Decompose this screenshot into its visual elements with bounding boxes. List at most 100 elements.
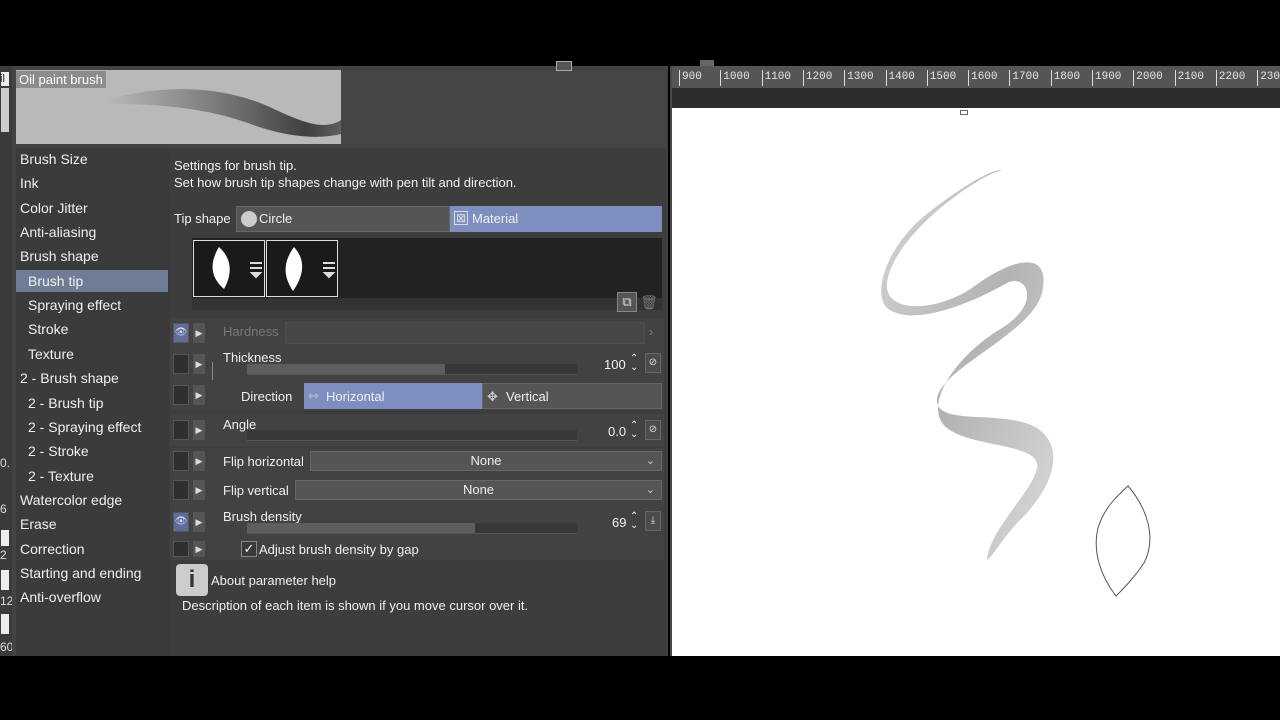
download-icon[interactable]: ⤓ xyxy=(645,511,661,531)
category-item[interactable]: Erase xyxy=(16,513,168,535)
adjust-density-checkbox[interactable]: ✓ xyxy=(241,541,257,557)
angle-value[interactable]: 0.0 xyxy=(608,424,626,439)
category-item[interactable]: Brush Size xyxy=(16,148,168,170)
hardness-label: Hardness xyxy=(223,324,279,339)
ruler-tick-label: 2100 xyxy=(1177,71,1204,83)
preview-background xyxy=(341,70,664,144)
expand-arrow-icon[interactable]: ▶ xyxy=(193,512,205,532)
strip-fragment: 0. xyxy=(0,456,11,470)
flip-vertical-dropdown[interactable]: None ⌄ xyxy=(295,480,662,500)
eye-icon[interactable]: 👁 xyxy=(173,323,189,343)
category-label: 2 - Brush tip xyxy=(28,394,104,411)
hardness-row: 👁 ▶ Hardness › xyxy=(170,318,664,348)
ruler-tick-label: 1800 xyxy=(1053,71,1081,83)
category-label: Correction xyxy=(20,540,85,557)
direction-vertical-button[interactable]: ✥ Vertical xyxy=(482,383,662,409)
ruler-tick-mark xyxy=(802,70,804,86)
tip-list-scrollbar[interactable] xyxy=(192,298,662,310)
category-label: 2 - Texture xyxy=(28,467,94,484)
expand-arrow-icon[interactable]: ▶ xyxy=(193,354,205,374)
category-item[interactable]: Ink xyxy=(16,172,168,194)
ruler-tick-mark xyxy=(1133,70,1135,86)
horizontal-label: Horizontal xyxy=(326,389,385,404)
flip-horizontal-toggle[interactable] xyxy=(173,451,189,471)
chevron-down-icon: ⌄ xyxy=(645,455,655,467)
direction-toggle[interactable] xyxy=(173,385,189,405)
circle-label: Circle xyxy=(259,211,293,226)
spinner-arrows-icon[interactable]: ⌃ ⌄ xyxy=(630,421,638,440)
expand-arrow-icon[interactable]: ▶ xyxy=(193,451,205,471)
expand-arrow-icon[interactable]: ▶ xyxy=(193,480,205,500)
flip-horizontal-dropdown[interactable]: None ⌄ xyxy=(310,451,662,471)
tip-material-item-1[interactable] xyxy=(193,240,265,297)
thickness-slider[interactable] xyxy=(247,364,577,375)
expand-arrow-icon[interactable]: ▶ xyxy=(193,385,205,405)
pressure-settings-icon[interactable]: ⊘ xyxy=(645,353,661,373)
category-item[interactable]: Texture xyxy=(16,343,168,365)
left-tool-strip xyxy=(0,66,12,656)
category-item[interactable]: Color Jitter xyxy=(16,197,168,219)
adjust-density-toggle[interactable] xyxy=(173,541,189,557)
thickness-value[interactable]: 100 xyxy=(604,357,626,372)
thickness-label: Thickness xyxy=(223,350,282,365)
category-item[interactable]: 2 - Brush shape xyxy=(16,367,168,389)
category-item[interactable]: 2 - Stroke xyxy=(16,440,168,462)
delete-tip-icon[interactable]: 🗑 xyxy=(640,292,658,312)
category-label: Erase xyxy=(20,516,57,533)
flip-horizontal-value: None xyxy=(470,453,502,468)
tip-shape-material-button[interactable]: ⊠ Material xyxy=(450,206,662,232)
pressure-settings-icon[interactable]: ⊘ xyxy=(645,420,661,440)
drawing-canvas[interactable] xyxy=(672,108,1280,656)
chevron-right-icon: › xyxy=(649,324,654,339)
leaf-tip-icon xyxy=(285,247,336,291)
category-item[interactable]: Brush shape xyxy=(16,245,168,267)
ruler-tick-mark xyxy=(1174,70,1176,86)
thickness-slider-fill xyxy=(247,364,445,374)
tip-material-item-2[interactable] xyxy=(266,240,338,297)
tip-shape-circle-button[interactable]: Circle xyxy=(236,206,450,232)
category-item[interactable]: Spraying effect xyxy=(16,294,168,316)
category-label: Ink xyxy=(20,175,39,192)
expand-arrow-icon[interactable]: ▶ xyxy=(193,323,205,343)
flip-vertical-label: Flip vertical xyxy=(223,483,289,498)
ruler-tick-label: 230 xyxy=(1260,71,1280,83)
thickness-row: ▶ Thickness 100 ⌃ ⌄ ⊘ xyxy=(170,348,664,380)
category-item[interactable]: Watercolor edge xyxy=(16,489,168,511)
category-item[interactable]: Stroke xyxy=(16,318,168,340)
adjust-density-row: ▶ ✓ Adjust brush density by gap xyxy=(170,538,664,560)
category-item[interactable]: 2 - Brush tip xyxy=(16,392,168,414)
help-title: About parameter help xyxy=(211,573,337,588)
brush-density-slider[interactable] xyxy=(247,523,577,534)
ruler-tick-mark xyxy=(968,70,970,86)
brush-density-value[interactable]: 69 xyxy=(612,515,626,530)
category-item[interactable]: Anti-aliasing xyxy=(16,221,168,243)
flip-horizontal-row: ▶ Flip horizontal None ⌄ xyxy=(170,448,664,478)
direction-horizontal-button[interactable]: ⇿ Horizontal xyxy=(304,383,482,409)
category-label: Watercolor edge xyxy=(20,491,123,508)
spinner-arrows-icon[interactable]: ⌃ ⌄ xyxy=(630,354,638,373)
ruler-tick-label: 1100 xyxy=(764,71,791,83)
flip-horizontal-label: Flip horizontal xyxy=(223,454,304,469)
panel-menu-icon[interactable] xyxy=(556,61,572,71)
expand-arrow-icon[interactable]: ▶ xyxy=(193,420,205,440)
brush-density-row: 👁 ▶ Brush density 69 ⌃ ⌄ ⤓ xyxy=(170,506,664,538)
category-item[interactable]: 2 - Texture xyxy=(16,465,168,487)
angle-pen-toggle[interactable] xyxy=(173,420,189,440)
category-item[interactable]: Correction xyxy=(16,538,168,560)
category-item[interactable]: 2 - Spraying effect xyxy=(16,416,168,438)
flip-vertical-toggle[interactable] xyxy=(173,480,189,500)
flip-vertical-row: ▶ Flip vertical None ⌄ xyxy=(170,477,664,507)
add-tip-icon[interactable]: ⧉ xyxy=(617,292,637,312)
category-item[interactable]: Anti-overflow xyxy=(16,586,168,608)
category-label: Color Jitter xyxy=(20,199,88,216)
ruler-tick-label: 1700 xyxy=(1012,71,1039,83)
eye-icon[interactable]: 👁 xyxy=(173,512,189,532)
thickness-pen-toggle[interactable] xyxy=(173,354,189,374)
category-item[interactable]: Starting and ending xyxy=(16,562,168,584)
brush-density-slider-fill xyxy=(247,523,475,533)
angle-slider[interactable] xyxy=(247,430,577,441)
expand-arrow-icon[interactable]: ▶ xyxy=(193,541,205,557)
spinner-arrows-icon[interactable]: ⌃ ⌄ xyxy=(630,512,638,531)
category-item[interactable]: Brush tip xyxy=(16,269,168,292)
circle-icon xyxy=(241,211,257,227)
